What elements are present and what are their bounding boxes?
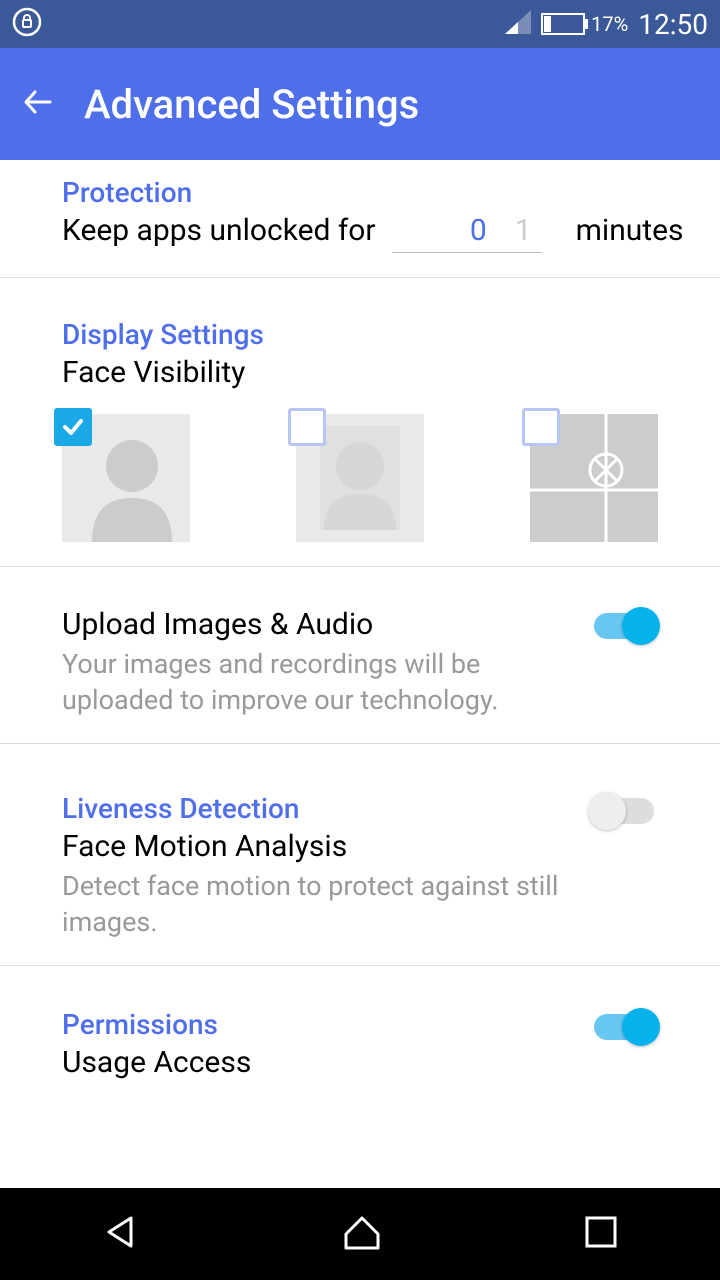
liveness-sub: Face Motion Analysis: [62, 829, 570, 864]
back-icon[interactable]: [20, 84, 56, 124]
input-value: 0: [470, 213, 487, 248]
section-upload: Upload Images & Audio Your images and re…: [0, 567, 720, 744]
battery-percent: 17%: [591, 12, 628, 36]
liveness-header: Liveness Detection: [62, 792, 570, 825]
unlock-duration-input[interactable]: 0 1: [392, 213, 542, 253]
permissions-toggle[interactable]: [594, 1014, 654, 1040]
checkbox-icon: [288, 408, 326, 446]
face-option-blur[interactable]: [296, 414, 424, 542]
signal-icon: [505, 10, 531, 38]
upload-title: Upload Images & Audio: [62, 607, 570, 642]
section-display: Display Settings Face Visibility: [0, 278, 720, 567]
battery-indicator: 17%: [541, 12, 628, 36]
check-icon: [54, 408, 92, 446]
navigation-bar: [0, 1188, 720, 1280]
section-protection: Protection Keep apps unlocked for 0 1 mi…: [0, 160, 720, 278]
unit-label: minutes: [576, 213, 684, 248]
face-option-grid[interactable]: [530, 414, 658, 542]
nav-back-icon[interactable]: [99, 1210, 143, 1258]
content: Protection Keep apps unlocked for 0 1 mi…: [0, 160, 720, 1188]
status-bar: 17% 12:50: [0, 0, 720, 48]
protection-header: Protection: [62, 176, 658, 209]
liveness-toggle[interactable]: [594, 798, 654, 824]
face-option-clear[interactable]: [62, 414, 190, 542]
permissions-sub: Usage Access: [62, 1045, 570, 1080]
input-placeholder: 1: [515, 213, 532, 248]
nav-home-icon[interactable]: [340, 1210, 384, 1258]
section-liveness: Liveness Detection Face Motion Analysis …: [0, 744, 720, 966]
protection-label: Keep apps unlocked for: [62, 213, 376, 248]
clock: 12:50: [638, 8, 708, 41]
upload-desc: Your images and recordings will be uploa…: [62, 646, 570, 719]
page-title: Advanced Settings: [84, 81, 419, 128]
upload-toggle[interactable]: [594, 613, 654, 639]
display-header: Display Settings: [62, 318, 658, 351]
nav-recent-icon[interactable]: [581, 1212, 621, 1256]
display-sub: Face Visibility: [62, 355, 658, 390]
app-bar: Advanced Settings: [0, 48, 720, 160]
section-permissions: Permissions Usage Access: [0, 966, 720, 1104]
checkbox-icon: [522, 408, 560, 446]
permissions-header: Permissions: [62, 1008, 570, 1041]
lock-circle-icon: [12, 7, 42, 41]
liveness-desc: Detect face motion to protect against st…: [62, 868, 570, 941]
